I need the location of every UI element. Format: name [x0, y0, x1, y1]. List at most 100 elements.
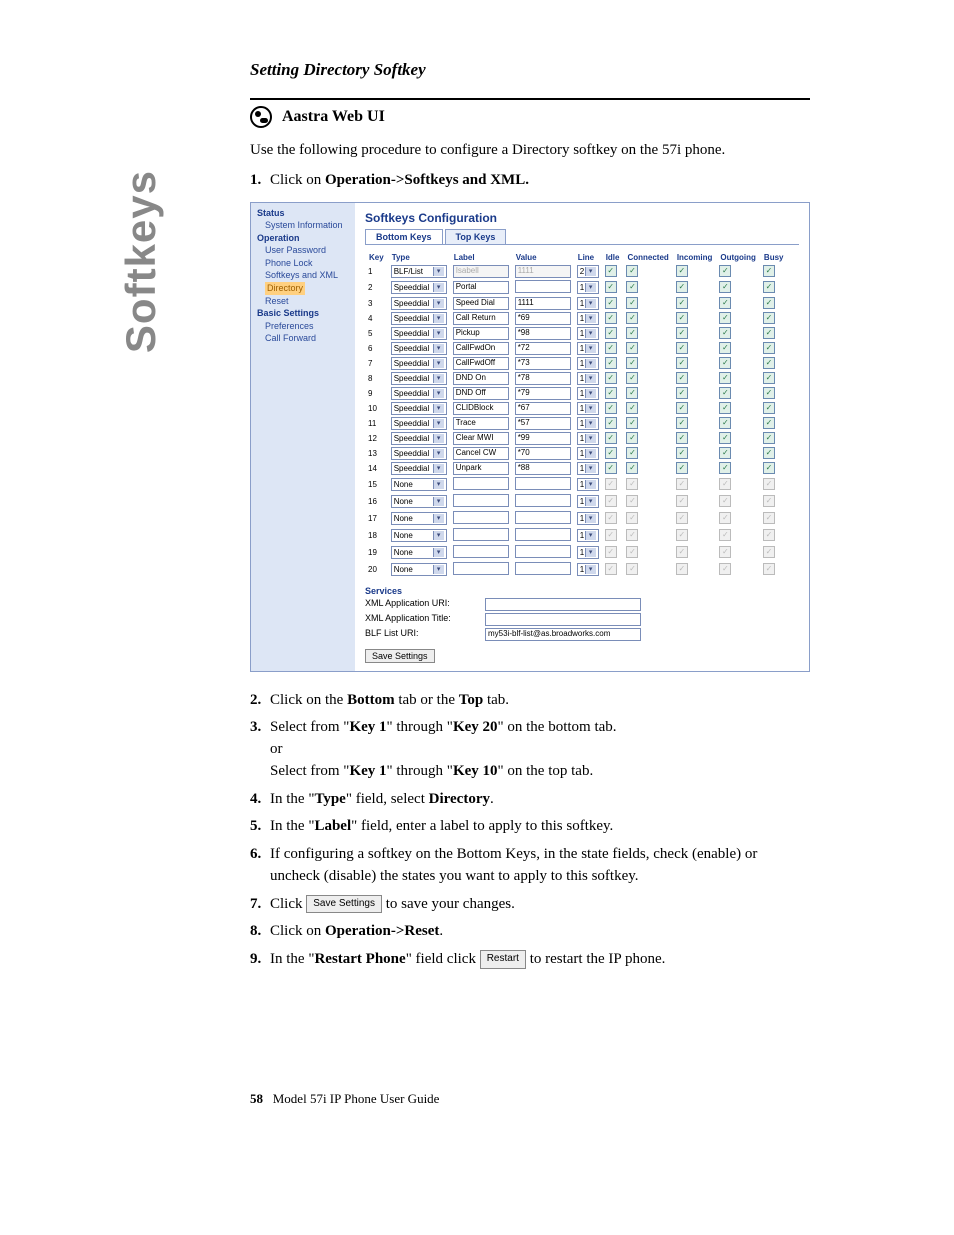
outgoing-checkbox[interactable]: ✓ [719, 432, 731, 444]
label-input[interactable]: CLIDBlock [453, 402, 509, 415]
idle-checkbox[interactable]: ✓ [605, 357, 617, 369]
line-select[interactable]: 1▾ [577, 327, 599, 340]
connected-checkbox[interactable]: ✓ [626, 342, 638, 354]
incoming-checkbox[interactable]: ✓ [676, 478, 688, 490]
busy-checkbox[interactable]: ✓ [763, 417, 775, 429]
busy-checkbox[interactable]: ✓ [763, 312, 775, 324]
line-select[interactable]: 1▾ [577, 357, 599, 370]
label-input[interactable]: Clear MWI [453, 432, 509, 445]
type-select[interactable]: Speeddial▾ [391, 387, 447, 400]
line-select[interactable]: 1▾ [577, 417, 599, 430]
connected-checkbox[interactable]: ✓ [626, 478, 638, 490]
incoming-checkbox[interactable]: ✓ [676, 417, 688, 429]
idle-checkbox[interactable]: ✓ [605, 297, 617, 309]
idle-checkbox[interactable]: ✓ [605, 462, 617, 474]
line-select[interactable]: 1▾ [577, 281, 599, 294]
type-select[interactable]: Speeddial▾ [391, 297, 447, 310]
value-input[interactable]: *98 [515, 327, 571, 340]
value-input[interactable]: 1111 [515, 297, 571, 310]
connected-checkbox[interactable]: ✓ [626, 512, 638, 524]
line-select[interactable]: 1▾ [577, 297, 599, 310]
busy-checkbox[interactable]: ✓ [763, 402, 775, 414]
label-input[interactable]: Unpark [453, 462, 509, 475]
idle-checkbox[interactable]: ✓ [605, 372, 617, 384]
label-input[interactable] [453, 477, 509, 490]
idle-checkbox[interactable]: ✓ [605, 312, 617, 324]
outgoing-checkbox[interactable]: ✓ [719, 417, 731, 429]
type-select[interactable]: Speeddial▾ [391, 357, 447, 370]
connected-checkbox[interactable]: ✓ [626, 327, 638, 339]
inline-save-settings-button[interactable]: Save Settings [306, 895, 382, 914]
line-select[interactable]: 1▾ [577, 312, 599, 325]
incoming-checkbox[interactable]: ✓ [676, 546, 688, 558]
outgoing-checkbox[interactable]: ✓ [719, 281, 731, 293]
line-select[interactable]: 1▾ [577, 342, 599, 355]
idle-checkbox[interactable]: ✓ [605, 432, 617, 444]
line-select[interactable]: 1▾ [577, 447, 599, 460]
incoming-checkbox[interactable]: ✓ [676, 372, 688, 384]
label-input[interactable]: Portal [453, 281, 509, 294]
type-select[interactable]: Speeddial▾ [391, 462, 447, 475]
connected-checkbox[interactable]: ✓ [626, 546, 638, 558]
value-input[interactable] [515, 545, 571, 558]
outgoing-checkbox[interactable]: ✓ [719, 372, 731, 384]
idle-checkbox[interactable]: ✓ [605, 529, 617, 541]
busy-checkbox[interactable]: ✓ [763, 265, 775, 277]
outgoing-checkbox[interactable]: ✓ [719, 478, 731, 490]
busy-checkbox[interactable]: ✓ [763, 281, 775, 293]
connected-checkbox[interactable]: ✓ [626, 402, 638, 414]
idle-checkbox[interactable]: ✓ [605, 342, 617, 354]
label-input[interactable] [453, 562, 509, 575]
connected-checkbox[interactable]: ✓ [626, 462, 638, 474]
outgoing-checkbox[interactable]: ✓ [719, 342, 731, 354]
line-select[interactable]: 1▾ [577, 495, 599, 508]
busy-checkbox[interactable]: ✓ [763, 387, 775, 399]
type-select[interactable]: Speeddial▾ [391, 312, 447, 325]
incoming-checkbox[interactable]: ✓ [676, 357, 688, 369]
busy-checkbox[interactable]: ✓ [763, 327, 775, 339]
type-select[interactable]: Speeddial▾ [391, 402, 447, 415]
incoming-checkbox[interactable]: ✓ [676, 529, 688, 541]
connected-checkbox[interactable]: ✓ [626, 529, 638, 541]
outgoing-checkbox[interactable]: ✓ [719, 529, 731, 541]
connected-checkbox[interactable]: ✓ [626, 495, 638, 507]
value-input[interactable]: *70 [515, 447, 571, 460]
busy-checkbox[interactable]: ✓ [763, 495, 775, 507]
connected-checkbox[interactable]: ✓ [626, 432, 638, 444]
idle-checkbox[interactable]: ✓ [605, 512, 617, 524]
line-select[interactable]: 1▾ [577, 478, 599, 491]
busy-checkbox[interactable]: ✓ [763, 529, 775, 541]
idle-checkbox[interactable]: ✓ [605, 327, 617, 339]
connected-checkbox[interactable]: ✓ [626, 281, 638, 293]
type-select[interactable]: BLF/List▾ [391, 265, 447, 278]
value-input[interactable]: *67 [515, 402, 571, 415]
inline-restart-button[interactable]: Restart [480, 950, 526, 969]
line-select[interactable]: 2▾ [577, 265, 599, 278]
incoming-checkbox[interactable]: ✓ [676, 495, 688, 507]
connected-checkbox[interactable]: ✓ [626, 265, 638, 277]
incoming-checkbox[interactable]: ✓ [676, 462, 688, 474]
type-select[interactable]: Speeddial▾ [391, 447, 447, 460]
outgoing-checkbox[interactable]: ✓ [719, 495, 731, 507]
incoming-checkbox[interactable]: ✓ [676, 563, 688, 575]
busy-checkbox[interactable]: ✓ [763, 372, 775, 384]
busy-checkbox[interactable]: ✓ [763, 563, 775, 575]
label-input[interactable]: DND Off [453, 387, 509, 400]
outgoing-checkbox[interactable]: ✓ [719, 447, 731, 459]
busy-checkbox[interactable]: ✓ [763, 342, 775, 354]
value-input[interactable] [515, 280, 571, 293]
type-select[interactable]: Speeddial▾ [391, 372, 447, 385]
type-select[interactable]: Speeddial▾ [391, 432, 447, 445]
label-input[interactable] [453, 528, 509, 541]
connected-checkbox[interactable]: ✓ [626, 447, 638, 459]
line-select[interactable]: 1▾ [577, 387, 599, 400]
incoming-checkbox[interactable]: ✓ [676, 312, 688, 324]
label-input[interactable] [453, 511, 509, 524]
value-input[interactable]: *73 [515, 357, 571, 370]
outgoing-checkbox[interactable]: ✓ [719, 357, 731, 369]
busy-checkbox[interactable]: ✓ [763, 297, 775, 309]
incoming-checkbox[interactable]: ✓ [676, 432, 688, 444]
type-select[interactable]: Speeddial▾ [391, 281, 447, 294]
outgoing-checkbox[interactable]: ✓ [719, 297, 731, 309]
line-select[interactable]: 1▾ [577, 529, 599, 542]
